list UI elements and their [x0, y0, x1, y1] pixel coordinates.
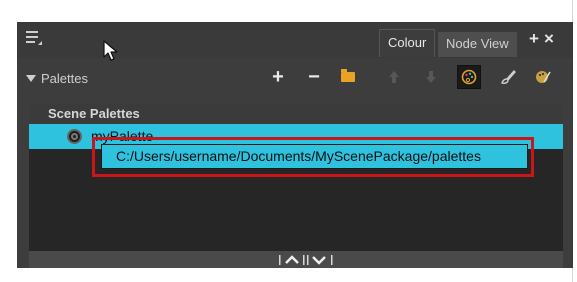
- move-down-icon[interactable]: [420, 66, 442, 88]
- panel-splitter-handle[interactable]: [274, 252, 344, 267]
- palettes-section-toggle[interactable]: Palettes: [26, 70, 88, 86]
- add-palette-button[interactable]: +: [267, 66, 289, 88]
- palette-mode-icon[interactable]: [457, 65, 481, 89]
- remove-palette-button[interactable]: −: [303, 66, 325, 88]
- tab-colour[interactable]: Colour: [379, 29, 435, 57]
- brush-icon[interactable]: [497, 66, 519, 88]
- mouse-pointer-icon: [103, 40, 118, 61]
- palettes-label: Palettes: [41, 70, 88, 86]
- scene-palettes-header: Scene Palettes: [29, 104, 563, 124]
- view-bottom-bar: [29, 251, 563, 268]
- view-menu-icon[interactable]: [26, 31, 42, 45]
- collapse-triangle-icon: [26, 74, 36, 82]
- import-palette-folder-icon[interactable]: [337, 66, 359, 88]
- view-topbar: Colour Node View + ×: [17, 22, 573, 58]
- palette-clone-icon[interactable]: [532, 66, 554, 88]
- add-view-button[interactable]: +: [529, 30, 539, 47]
- palette-toolbar: Palettes + −: [17, 58, 573, 96]
- scene-palettes-list: Scene Palettes myPalette: [29, 104, 563, 251]
- move-up-icon[interactable]: [383, 66, 405, 88]
- palette-path-tooltip: C:/Users/username/Documents/MyScenePacka…: [101, 144, 528, 169]
- tab-node-view[interactable]: Node View: [438, 32, 517, 57]
- palette-link-icon: [67, 129, 82, 144]
- close-view-button[interactable]: ×: [544, 30, 554, 47]
- screenshot-frame: Colour Node View + × Palettes + − Scene …: [0, 0, 577, 282]
